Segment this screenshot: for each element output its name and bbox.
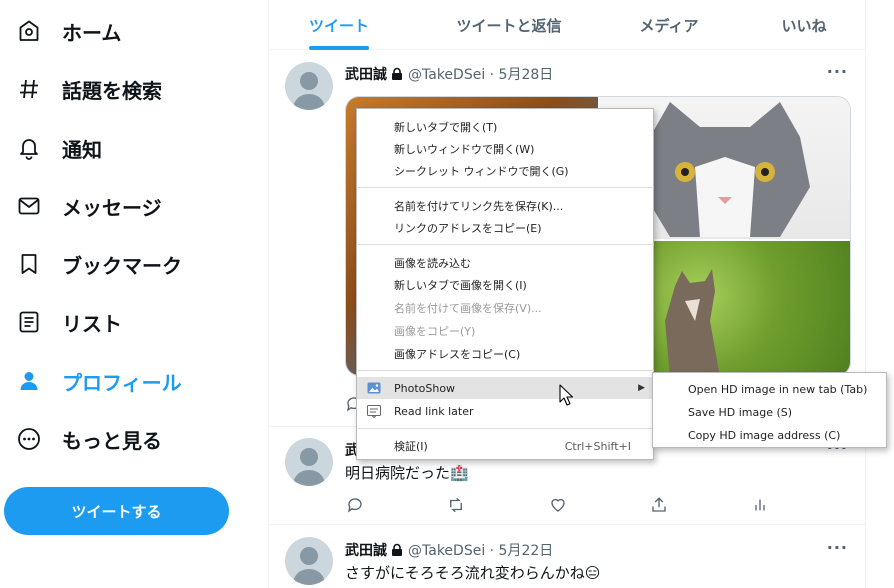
tweet-author-name[interactable]: 武田誠 [345,64,387,84]
menu-item-copy-image-address[interactable]: 画像アドレスをコピー(C) [357,343,653,365]
nav-item-label: もっと見る [62,428,162,453]
menu-item-load-image[interactable]: 画像を読み込む [357,252,653,274]
tab-tweets[interactable]: ツイート [289,0,389,50]
submenu-item-open-hd-new-tab[interactable]: Open HD image in new tab (Tab) [653,378,886,400]
submenu-arrow-icon: ▶ [638,383,645,393]
menu-separator [358,244,654,245]
nav-item-label: リスト [62,311,122,336]
menu-item-save-image-as: 名前を付けて画像を保存(V)... [394,302,542,315]
nav-item-bookmarks[interactable]: ブックマーク [16,244,182,284]
left-navigation: ホーム 話題を検索 通知 メッセージ ブックマーク リスト プロフィール もっと… [0,0,268,588]
submenu-item-save-hd-image[interactable]: Save HD image (S) [653,401,886,423]
tab-label: いいね [781,16,827,35]
menu-item-photoshow[interactable]: PhotoShow ▶ [357,377,653,399]
analytics-icon[interactable] [750,495,770,515]
menu-item-open-incognito[interactable]: シークレット ウィンドウで開く(G) [357,160,653,182]
tab-likes[interactable]: いいね [759,0,849,50]
lock-icon [390,543,404,557]
menu-item-open-new-window[interactable]: 新しいウィンドウで開く(W) [357,138,653,160]
nav-item-explore[interactable]: 話題を検索 [16,69,162,109]
tweet-handle-date[interactable]: @TakeDSei · 5月22日 [408,540,553,560]
tweet-header: 武田誠 @TakeDSei · 5月22日 [345,540,553,560]
home-icon [16,18,42,44]
menu-item-label: Read link later [394,404,474,418]
nav-item-label: メッセージ [62,195,162,220]
tweet-actions [345,495,765,515]
retweet-icon[interactable] [446,495,466,515]
tab-label: ツイート [308,16,369,35]
nav-item-label: 話題を検索 [62,78,162,103]
tweet-handle-date[interactable]: @TakeDSei · 5月28日 [408,64,553,84]
tab-active-indicator [309,46,369,50]
menu-item-copy-link-address[interactable]: リンクのアドレスをコピー(E) [357,217,653,239]
hashtag-icon [16,76,42,102]
tweet[interactable]: 武田誠 @TakeDSei · 5月22日 ··· さすがにそろそろ流れ変わらん… [269,526,866,588]
nav-item-label: プロフィール [62,370,182,395]
tab-label: メディア [639,16,699,35]
nav-item-notifications[interactable]: 通知 [16,128,102,168]
context-menu: 新しいタブで開く(T) 新しいウィンドウで開く(W) シークレット ウィンドウで… [356,108,654,460]
read-later-icon [367,404,381,419]
lock-icon [390,67,404,81]
bookmark-icon [16,251,42,277]
more-circle-icon [16,426,42,452]
submenu-item-copy-hd-address[interactable]: Copy HD image address (C) [653,424,886,446]
avatar[interactable] [285,537,333,585]
menu-item-read-link-later[interactable]: Read link later [357,400,653,422]
nav-item-home[interactable]: ホーム [16,11,121,51]
menu-separator [358,187,654,188]
tweet-text: 明日病院だった🏥 [345,464,469,482]
nav-item-label: 通知 [62,137,102,162]
tab-tweets-and-replies[interactable]: ツイートと返信 [429,0,589,50]
share-icon[interactable] [649,495,669,515]
avatar[interactable] [285,62,333,110]
bell-icon [16,135,42,161]
avatar[interactable] [285,438,333,486]
more-options-icon[interactable]: ··· [827,538,848,557]
mouse-cursor-icon [559,384,574,410]
profile-tabs: ツイート ツイートと返信 メディア いいね [269,0,866,50]
menu-item-inspect[interactable]: 検証(I) Ctrl+Shift+I [357,435,653,457]
menu-item-open-image-new-tab[interactable]: 新しいタブで画像を開く(I) [357,274,653,296]
envelope-icon [16,193,42,219]
nav-item-profile[interactable]: プロフィール [16,361,182,401]
photoshow-icon [367,381,381,395]
nav-item-more[interactable]: もっと見る [16,419,162,459]
person-icon [16,368,42,394]
tab-media[interactable]: メディア [619,0,719,50]
photoshow-submenu: Open HD image in new tab (Tab) Save HD i… [652,372,887,448]
reply-icon[interactable] [345,495,365,515]
tweet-button[interactable]: ツイートする [4,487,229,535]
menu-item-open-new-tab[interactable]: 新しいタブで開く(T) [357,116,653,138]
menu-item-label: 検証(I) [394,440,428,453]
menu-item-label: PhotoShow [394,381,456,395]
tweet-header: 武田誠 @TakeDSei · 5月28日 [345,64,553,84]
nav-item-label: ブックマーク [62,253,182,278]
tweet-text: さすがにそろそろ流れ変わらんかね😑 [345,564,601,582]
more-options-icon[interactable]: ··· [827,62,848,81]
menu-separator [358,370,654,371]
menu-item-save-link-as[interactable]: 名前を付けてリンク先を保存(K)... [357,195,653,217]
like-icon[interactable] [548,495,568,515]
menu-item-copy-image: 画像をコピー(Y) [394,325,476,338]
menu-separator [358,428,654,429]
nav-item-label: ホーム [62,20,122,45]
nav-item-messages[interactable]: メッセージ [16,186,162,226]
tweet-author-name[interactable]: 武田誠 [345,540,387,560]
nav-item-lists[interactable]: リスト [16,302,122,342]
tab-label: ツイートと返信 [456,16,562,35]
menu-item-shortcut: Ctrl+Shift+I [564,439,631,453]
list-icon [16,309,42,335]
